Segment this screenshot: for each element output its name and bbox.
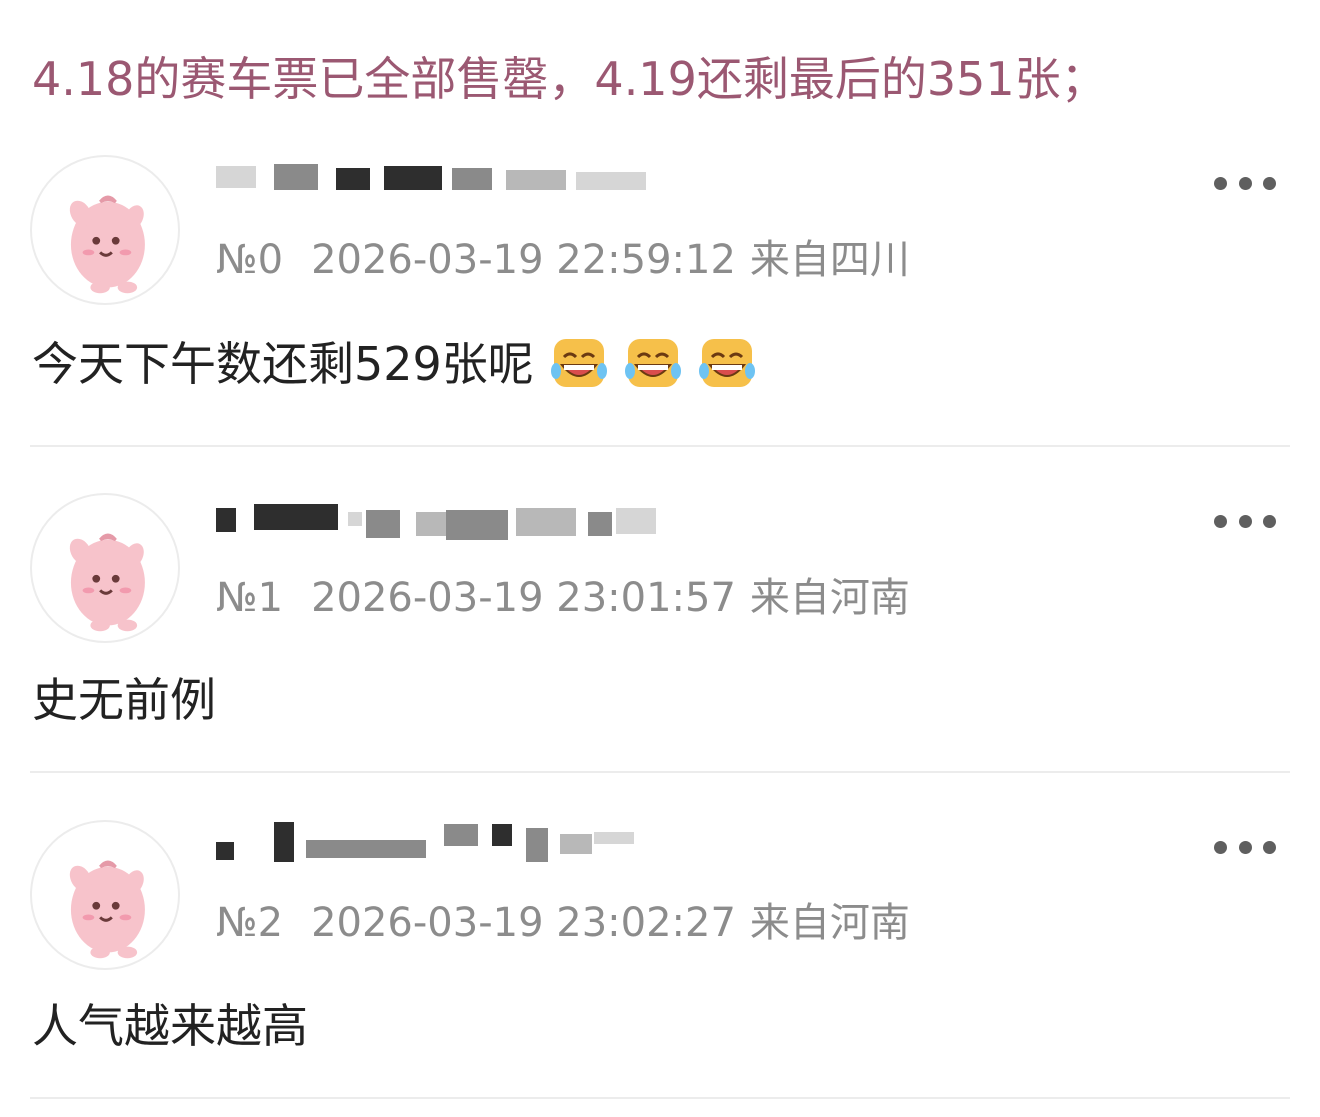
avatar[interactable] xyxy=(30,493,180,643)
username-redacted[interactable] xyxy=(216,500,676,540)
floor-number: №0 xyxy=(216,237,284,283)
laughing-tears-emoji-icon xyxy=(698,337,756,391)
comment-text: 史无前例 xyxy=(32,673,216,727)
more-button[interactable] xyxy=(1210,168,1280,198)
comment-text-row: 史无前例 xyxy=(32,670,216,730)
avatar[interactable] xyxy=(30,820,180,970)
comment-location: 来自四川 xyxy=(749,237,910,283)
comment-text: 人气越来越高 xyxy=(32,999,308,1053)
post-title: 4.18的赛车票已全部售罄，4.19还剩最后的351张； xyxy=(32,52,1107,106)
more-dots-icon xyxy=(1238,840,1252,854)
laughing-tears-emoji-icon xyxy=(624,337,682,391)
comment-meta: №2 2026-03-19 23:02:27 来自河南 xyxy=(216,897,910,949)
more-button[interactable] xyxy=(1210,506,1280,536)
more-dots-icon xyxy=(1263,176,1276,190)
pink-creature-avatar-icon xyxy=(69,195,145,294)
pink-creature-avatar-icon xyxy=(69,533,145,632)
more-button[interactable] xyxy=(1210,832,1280,862)
avatar[interactable] xyxy=(30,155,180,305)
divider xyxy=(30,1097,1290,1099)
comment-text: 今天下午数还剩529张呢 xyxy=(32,337,534,391)
comment-text-row: 今天下午数还剩529张呢 xyxy=(32,334,756,394)
more-dots-icon xyxy=(1263,514,1276,528)
comment-thread: 4.18的赛车票已全部售罄，4.19还剩最后的351张； №0 2026-03-… xyxy=(0,0,1320,1117)
divider xyxy=(30,771,1290,773)
comment-datetime: 2026-03-19 23:01:57 xyxy=(311,575,736,621)
comment-datetime: 2026-03-19 22:59:12 xyxy=(311,237,736,283)
pink-creature-avatar-icon xyxy=(69,860,145,959)
laughing-tears-emoji-icon xyxy=(550,337,608,391)
comment-text-row: 人气越来越高 xyxy=(32,996,308,1056)
more-dots-icon xyxy=(1238,176,1252,190)
more-dots-icon xyxy=(1214,840,1227,854)
more-dots-icon xyxy=(1263,840,1276,854)
more-dots-icon xyxy=(1214,514,1227,528)
divider xyxy=(30,445,1290,447)
comment-meta: №0 2026-03-19 22:59:12 来自四川 xyxy=(216,234,910,286)
username-redacted[interactable] xyxy=(216,160,676,200)
comment-datetime: 2026-03-19 23:02:27 xyxy=(311,900,736,946)
more-dots-icon xyxy=(1214,176,1227,190)
floor-number: №1 xyxy=(216,575,284,621)
more-dots-icon xyxy=(1238,514,1252,528)
comment-location: 来自河南 xyxy=(749,575,910,621)
comment-location: 来自河南 xyxy=(749,900,910,946)
comment-meta: №1 2026-03-19 23:01:57 来自河南 xyxy=(216,572,910,624)
floor-number: №2 xyxy=(216,900,284,946)
username-redacted[interactable] xyxy=(216,822,676,862)
